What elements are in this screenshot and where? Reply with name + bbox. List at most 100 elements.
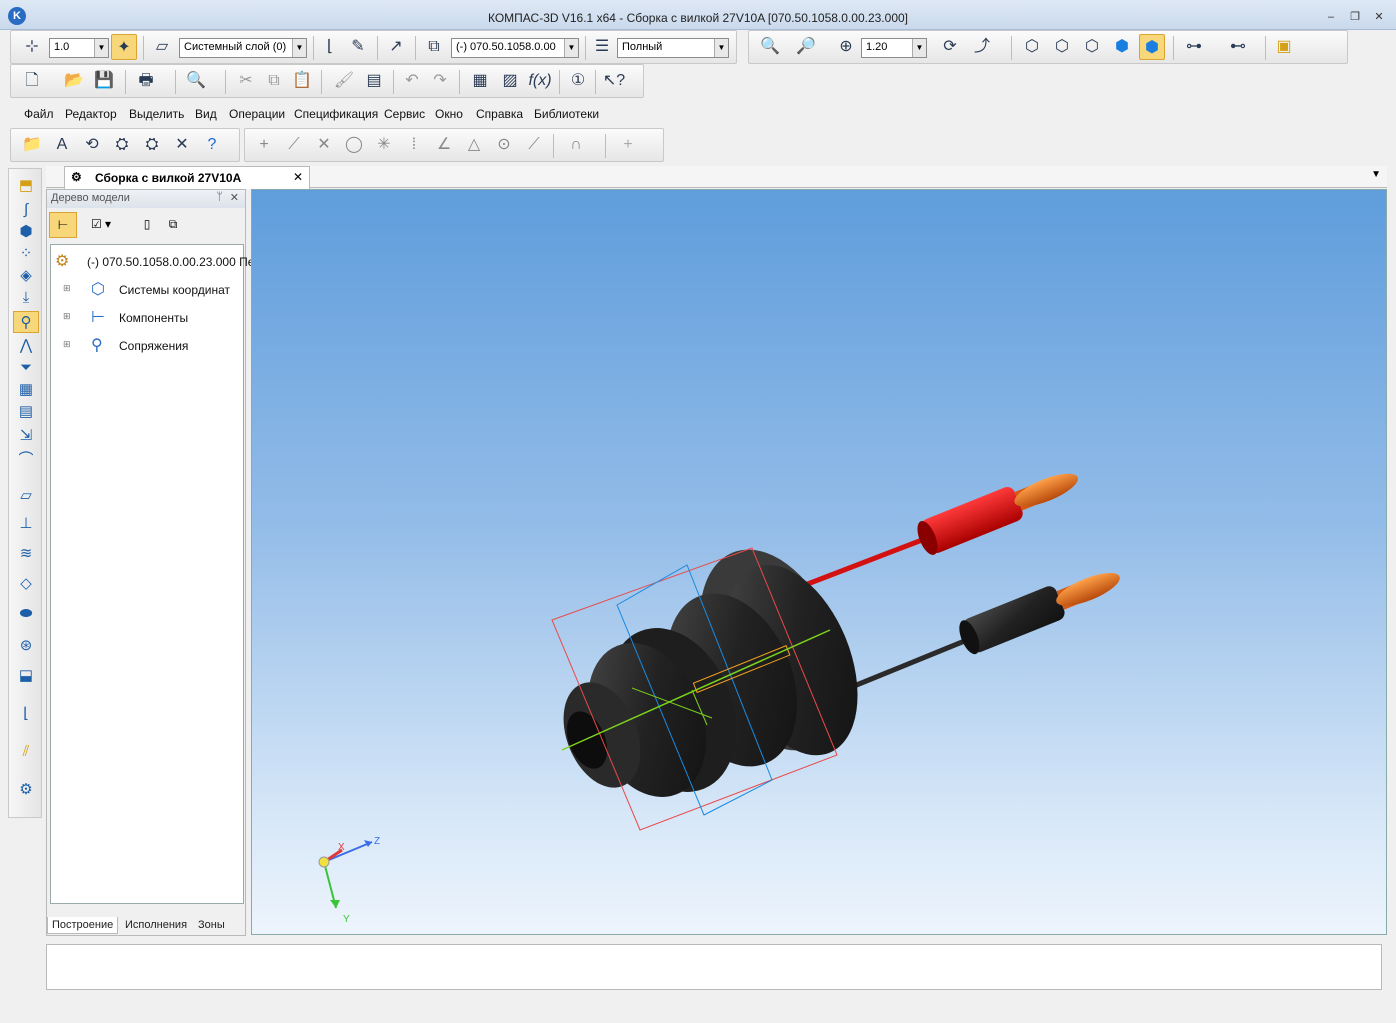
- tools-icon[interactable]: ✕: [169, 132, 195, 158]
- orientation-icon[interactable]: ⤴: [969, 34, 995, 60]
- tree-structure-icon[interactable]: ⊢: [49, 212, 77, 238]
- box-icon[interactable]: ▣: [1271, 34, 1297, 60]
- angle-icon[interactable]: ∠: [431, 132, 457, 158]
- edit-assembly-icon[interactable]: ⬒: [13, 175, 39, 197]
- layer-combo[interactable]: Системный слой (0) ▼: [179, 38, 307, 58]
- tab-versions[interactable]: Исполнения: [125, 919, 187, 931]
- save-icon[interactable]: 💾: [91, 68, 117, 94]
- library-folder-icon[interactable]: 📁: [19, 132, 45, 158]
- triangle-icon[interactable]: △: [461, 132, 487, 158]
- shaded-edges-icon[interactable]: ⬢: [1139, 34, 1165, 60]
- black-lead[interactable]: [831, 560, 1126, 698]
- connector-body[interactable]: [549, 528, 883, 814]
- paste-icon[interactable]: 📋: [289, 68, 315, 94]
- numbering-icon[interactable]: ①: [565, 68, 591, 94]
- tab-close-icon[interactable]: ✕: [293, 170, 303, 184]
- shaded-icon[interactable]: ⬢: [1109, 34, 1135, 60]
- menu-operations[interactable]: Операции: [229, 107, 285, 121]
- dropdown-arrow-icon[interactable]: ▼: [912, 39, 926, 57]
- format-icon[interactable]: 🖌: [331, 68, 357, 94]
- preview-icon[interactable]: 🔍: [183, 68, 209, 94]
- elements-icon[interactable]: ⇲: [13, 425, 39, 447]
- aux-geometry-icon[interactable]: ◈: [13, 265, 39, 287]
- filter-tool-icon[interactable]: ⏷: [13, 357, 39, 379]
- spec-icon[interactable]: ▦: [13, 379, 39, 401]
- cut-icon[interactable]: ✂: [233, 68, 259, 94]
- offset-plane-icon[interactable]: ≋: [13, 543, 39, 565]
- copy-icon[interactable]: ⧉: [261, 68, 287, 94]
- mates-icon[interactable]: ⚲: [13, 311, 39, 333]
- refresh-icon[interactable]: ⟲: [79, 132, 105, 158]
- plane-icon[interactable]: ▱: [13, 485, 39, 507]
- dropdown-arrow-icon[interactable]: ▼: [94, 39, 108, 57]
- zoom-in-icon[interactable]: ⊕: [833, 34, 859, 60]
- manager-icon[interactable]: ▦: [467, 68, 493, 94]
- component-icon[interactable]: ⧉: [421, 34, 447, 60]
- bolt-icon[interactable]: ⛭: [139, 132, 165, 158]
- cross-icon[interactable]: +: [615, 132, 641, 158]
- zoom-combo[interactable]: 1.20 ▼: [861, 38, 927, 58]
- sketch-icon[interactable]: ⌊: [317, 34, 343, 60]
- menu-window[interactable]: Окно: [435, 107, 463, 121]
- wireframe-icon[interactable]: ⬡: [1019, 34, 1045, 60]
- tree-doc-icon[interactable]: ▯: [135, 212, 159, 238]
- bracket-icon[interactable]: ⌊: [13, 703, 39, 725]
- fastener-icon[interactable]: ⛭: [109, 132, 135, 158]
- menu-libraries[interactable]: Библиотеки: [534, 107, 599, 121]
- expand-icon[interactable]: ⊞: [63, 311, 71, 322]
- tab-assembly[interactable]: ⚙ Сборка с вилкой 27V10A ✕: [64, 166, 310, 189]
- line-snap-icon[interactable]: ⟋: [281, 132, 307, 158]
- tree-filter-icon[interactable]: ☑ ▾: [81, 212, 121, 238]
- thin-lines-icon[interactable]: ⬡: [1079, 34, 1105, 60]
- orient-icon[interactable]: ↗: [383, 34, 409, 60]
- red-lead[interactable]: [791, 461, 1084, 593]
- dropdown-arrow-icon[interactable]: ▼: [714, 39, 728, 57]
- list-mode-icon[interactable]: ☰: [589, 34, 615, 60]
- grid-icon[interactable]: ⁞: [401, 132, 427, 158]
- sheet-metal-icon[interactable]: ⌒: [13, 449, 39, 471]
- intersection-icon[interactable]: ✕: [311, 132, 337, 158]
- filter-icon[interactable]: ⊷: [1225, 34, 1251, 60]
- report-icon[interactable]: ▤: [13, 401, 39, 423]
- step-combo[interactable]: 1.0 ▼: [49, 38, 109, 58]
- dropdown-arrow-icon[interactable]: ▼: [292, 39, 306, 57]
- tab-zones[interactable]: Зоны: [198, 919, 225, 931]
- axis-plane-icon[interactable]: ⬬: [13, 603, 39, 625]
- menu-editor[interactable]: Редактор: [65, 107, 117, 121]
- snap-icon[interactable]: ⊹: [19, 34, 45, 60]
- function-icon[interactable]: f(x): [527, 68, 553, 94]
- point-3d-icon[interactable]: ⊛: [13, 635, 39, 657]
- angle-plane-icon[interactable]: ◇: [13, 573, 39, 595]
- mode-combo[interactable]: Полный ▼: [617, 38, 729, 58]
- close-button[interactable]: ✕: [1370, 11, 1388, 25]
- array-icon[interactable]: ⁘: [13, 243, 39, 265]
- curves-icon[interactable]: ∫: [13, 199, 39, 221]
- dropdown-arrow-icon[interactable]: ▼: [564, 39, 578, 57]
- edit-icon[interactable]: ✎: [345, 34, 371, 60]
- rotate-icon[interactable]: ⟳: [937, 34, 963, 60]
- circle-snap-icon[interactable]: ◯: [341, 132, 367, 158]
- box-3d-icon[interactable]: ⬓: [13, 665, 39, 687]
- surface-icon[interactable]: ⬢: [13, 221, 39, 243]
- menu-help[interactable]: Справка: [476, 107, 523, 121]
- 3d-viewport[interactable]: X Z Y: [251, 189, 1387, 935]
- pin-icon[interactable]: ᛘ: [216, 191, 223, 203]
- menu-service[interactable]: Сервис: [384, 107, 425, 121]
- menu-specification[interactable]: Спецификация: [294, 107, 378, 121]
- normal-plane-icon[interactable]: ⊥: [13, 513, 39, 535]
- menu-select[interactable]: Выделить: [129, 107, 184, 121]
- zoom-frame-icon[interactable]: 🔎: [793, 34, 819, 60]
- expand-icon[interactable]: ⊞: [63, 339, 71, 350]
- magnet-icon[interactable]: ∩: [563, 132, 589, 158]
- measure-icon[interactable]: ⋀: [13, 335, 39, 357]
- maximize-button[interactable]: ❐: [1346, 11, 1364, 25]
- minimize-button[interactable]: –: [1322, 11, 1340, 25]
- tab-build[interactable]: Построение: [47, 917, 119, 934]
- panel-close-icon[interactable]: ✕: [230, 191, 239, 204]
- section-tool-icon[interactable]: ⫽: [13, 741, 39, 763]
- grid-snap-icon[interactable]: ✦: [111, 34, 137, 60]
- diagnostics-icon[interactable]: ⚙: [13, 779, 39, 801]
- tangent-icon[interactable]: ⟋: [521, 132, 547, 158]
- redo-icon[interactable]: ↷: [427, 68, 453, 94]
- text-ab-icon[interactable]: A: [49, 132, 75, 158]
